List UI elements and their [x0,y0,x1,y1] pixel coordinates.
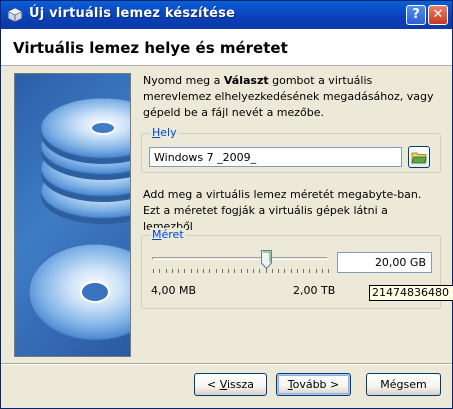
page-header: Virtuális lemez helye és méretet [1,29,452,66]
location-description: Nyomd meg a Választ gombot a virtuális m… [143,73,438,121]
size-min-label: 4,00 MB [151,284,197,297]
help-button[interactable]: ? [406,5,426,25]
slider-tick [278,269,279,273]
slider-tick [197,269,198,273]
slider-tick [253,269,254,273]
location-description-text: Nyomd meg a [143,74,224,87]
next-button[interactable]: Tovább > [276,373,351,396]
size-slider-ticks [153,269,329,275]
slider-tick [203,269,204,273]
slider-tick [241,269,242,273]
folder-icon [411,152,427,164]
page-title: Virtuális lemez helye és méretet [13,39,288,57]
close-button[interactable]: ✕ [428,5,448,25]
location-legend: Hely [150,126,179,139]
slider-tick [184,269,185,273]
size-description: Add meg a virtuális lemez méretét megaby… [143,188,422,233]
slider-tick [191,269,192,273]
browse-folder-button[interactable] [408,146,430,168]
slider-tick [291,269,292,273]
size-slider-track[interactable] [152,257,328,260]
slider-tick [166,269,167,273]
back-button-accel: V [219,378,227,391]
slider-tick [266,269,267,273]
slider-tick [259,269,260,273]
slider-tick [272,269,273,273]
size-max-label: 2,00 TB [293,284,336,297]
wizard-window: Új virtuális lemez készítése ? ✕ Virtuál… [0,0,453,409]
slider-tick [222,269,223,273]
title-bar[interactable]: Új virtuális lemez készítése ? ✕ [1,1,452,29]
footer-separator [1,363,452,365]
size-slider-thumb[interactable] [261,250,272,269]
slider-tick [228,269,229,273]
next-button-label: ovább > [292,378,340,391]
window-title: Új virtuális lemez készítése [29,6,236,21]
slider-tick [153,269,154,273]
slider-tick [234,269,235,273]
slider-tick [178,269,179,273]
slider-tick [209,269,210,273]
cancel-button[interactable]: Mégsem [366,373,441,396]
disks-illustration-icon [28,97,130,341]
help-icon: ? [412,7,420,22]
size-tooltip: 21474836480 By [369,285,453,301]
slider-tick [316,269,317,273]
slider-tick [322,269,323,273]
close-icon: ✕ [432,7,444,22]
slider-tick [328,269,329,273]
size-legend-text: éret [161,228,184,241]
size-legend: Méret [150,228,186,241]
slider-tick [216,269,217,273]
virtualbox-app-icon [7,7,23,23]
slider-tick [297,269,298,273]
slider-tick [309,269,310,273]
back-button-prefix: < [206,378,220,391]
size-legend-accel: M [152,228,162,241]
location-legend-text: ely [160,126,177,139]
size-input[interactable]: 20,00 GB [337,252,432,273]
side-banner-image [14,73,131,357]
location-description-bold: Választ [223,74,269,87]
slider-tick [172,269,173,273]
back-button-label: issza [226,378,255,391]
location-input[interactable]: Windows 7 _2009_ [149,147,402,167]
slider-tick [159,269,160,273]
slider-tick [284,269,285,273]
slider-tick [247,269,248,273]
slider-tick [303,269,304,273]
back-button[interactable]: < Vissza [194,373,267,396]
